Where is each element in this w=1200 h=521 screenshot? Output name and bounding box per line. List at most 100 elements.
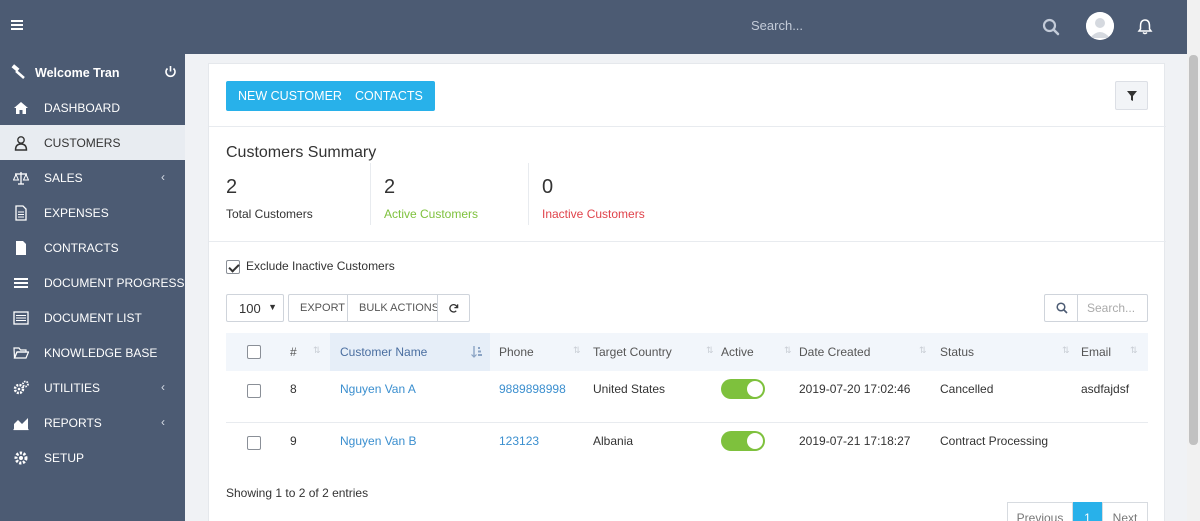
stat-inactive-customers: 0 Inactive Customers	[542, 176, 645, 224]
active-toggle[interactable]	[721, 379, 765, 399]
exclude-inactive-filter[interactable]: Exclude Inactive Customers	[226, 259, 395, 274]
summary-title: Customers Summary	[226, 144, 377, 161]
sidebar-item-reports[interactable]: REPORTS ‹	[0, 405, 185, 440]
column-header-customer-name[interactable]: Customer Name	[340, 345, 427, 359]
sidebar-item-label: CONTRACTS	[44, 241, 119, 255]
table-search-input[interactable]	[1077, 294, 1148, 322]
stat-label: Total Customers	[226, 207, 313, 221]
sidebar-item-expenses[interactable]: EXPENSES	[0, 195, 185, 230]
cell-customer-name[interactable]: Nguyen Van A	[340, 382, 416, 396]
table-row: 9 Nguyen Van B 123123 Albania 2019-07-21…	[226, 423, 1148, 475]
sidebar-item-label: EXPENSES	[44, 206, 109, 220]
cell-target-country: United States	[593, 382, 666, 396]
divider	[528, 163, 529, 225]
sidebar-item-document-progress[interactable]: DOCUMENT PROGRESS	[0, 265, 185, 300]
sort-icon: ⇅	[313, 345, 320, 355]
sidebar-item-label: KNOWLEDGE BASE	[44, 346, 158, 360]
divider	[209, 241, 1166, 242]
list-icon	[13, 311, 29, 325]
menu-toggle-icon[interactable]	[11, 20, 23, 30]
row-checkbox[interactable]	[247, 384, 261, 398]
table-search-button[interactable]	[1044, 294, 1078, 322]
active-toggle[interactable]	[721, 431, 765, 451]
user-avatar[interactable]	[1086, 12, 1114, 40]
filter-icon	[1127, 91, 1137, 101]
page-scrollbar[interactable]	[1187, 0, 1200, 521]
new-customer-button[interactable]: NEW CUSTOMER	[226, 81, 354, 111]
cell-status: Cancelled	[940, 382, 994, 396]
sidebar-item-contracts[interactable]: CONTRACTS	[0, 230, 185, 265]
sidebar-item-label: CUSTOMERS	[44, 136, 121, 150]
contacts-button[interactable]: CONTACTS	[343, 81, 435, 111]
column-header-phone[interactable]: Phone	[499, 345, 534, 359]
divider	[370, 163, 371, 225]
stat-label: Active Customers	[384, 207, 479, 221]
column-header-target-country[interactable]: Target Country	[593, 345, 672, 359]
pagination-previous[interactable]: Previous	[1007, 502, 1073, 521]
row-checkbox[interactable]	[247, 436, 261, 450]
scrollbar-thumb[interactable]	[1189, 55, 1198, 445]
notification-bell-icon[interactable]	[1136, 18, 1154, 36]
gear-icon	[14, 451, 28, 465]
stat-value: 0	[542, 176, 554, 198]
sidebar-item-setup[interactable]: SETUP	[0, 440, 185, 475]
select-all-checkbox[interactable]	[247, 345, 261, 359]
table-info: Showing 1 to 2 of 2 entries	[226, 486, 369, 500]
cell-email: asdfajdsf	[1081, 382, 1130, 396]
sidebar-item-sales[interactable]: SALES ‹	[0, 160, 185, 195]
cell-phone[interactable]: 9889898998	[499, 382, 566, 396]
column-header-date-created[interactable]: Date Created	[799, 345, 870, 359]
global-search-input[interactable]	[751, 18, 1001, 33]
bulk-actions-button[interactable]: BULK ACTIONS	[347, 294, 452, 322]
power-icon[interactable]	[164, 65, 177, 78]
home-icon	[14, 102, 28, 114]
chevron-left-icon: ‹	[161, 380, 165, 394]
area-chart-icon	[13, 418, 29, 431]
sidebar-item-label: SETUP	[44, 451, 85, 465]
top-navbar	[0, 0, 1200, 54]
column-header-email[interactable]: Email	[1081, 345, 1111, 359]
cell-target-country: Albania	[593, 434, 634, 448]
chevron-left-icon: ‹	[161, 415, 165, 429]
refresh-button[interactable]	[437, 294, 470, 322]
table-header: # ⇅ Customer Name Phone ⇅ Target Country…	[226, 333, 1148, 371]
folder-open-icon	[13, 347, 29, 359]
chevron-left-icon: ‹	[161, 170, 165, 184]
sidebar-item-dashboard[interactable]: DASHBOARD	[0, 90, 185, 125]
pagination-page-1[interactable]: 1	[1073, 502, 1102, 521]
filter-button[interactable]	[1115, 81, 1148, 110]
sidebar-item-label: REPORTS	[44, 416, 102, 430]
user-icon	[14, 136, 28, 151]
stat-value: 2	[226, 176, 238, 198]
sidebar-item-utilities[interactable]: UTILITIES ‹	[0, 370, 185, 405]
cell-customer-name[interactable]: Nguyen Van B	[340, 434, 417, 448]
sidebar-item-knowledge-base[interactable]: KNOWLEDGE BASE	[0, 335, 185, 370]
sort-icon: ⇅	[706, 345, 713, 355]
column-header-id[interactable]: #	[290, 345, 297, 359]
cell-date-created: 2019-07-20 17:02:46	[799, 382, 911, 396]
sidebar-item-label: UTILITIES	[44, 381, 101, 395]
bars-icon	[14, 278, 28, 288]
gavel-icon	[11, 64, 25, 79]
caret-down-icon: ▼	[268, 302, 277, 312]
pagination-next[interactable]: Next	[1102, 502, 1148, 521]
stat-label: Inactive Customers	[542, 207, 645, 221]
sort-icon: ⇅	[919, 345, 926, 355]
page-length-select[interactable]: 100 ▼	[226, 294, 284, 322]
column-header-active[interactable]: Active	[721, 345, 754, 359]
cell-id: 8	[290, 382, 297, 396]
sort-icon: ⇅	[1062, 345, 1069, 355]
sort-icon: ⇅	[1130, 345, 1137, 355]
search-icon[interactable]	[1042, 18, 1060, 36]
exclude-inactive-checkbox[interactable]	[226, 259, 240, 274]
sidebar-item-customers[interactable]: CUSTOMERS	[0, 125, 185, 160]
toggle-knob	[747, 433, 763, 449]
stat-value: 2	[384, 176, 396, 198]
stat-total-customers: 2 Total Customers	[226, 176, 313, 224]
sidebar-item-document-list[interactable]: DOCUMENT LIST	[0, 300, 185, 335]
divider	[209, 126, 1166, 127]
cell-phone[interactable]: 123123	[499, 434, 539, 448]
exclude-inactive-label: Exclude Inactive Customers	[246, 259, 395, 273]
column-header-status[interactable]: Status	[940, 345, 974, 359]
search-icon	[1056, 302, 1068, 314]
